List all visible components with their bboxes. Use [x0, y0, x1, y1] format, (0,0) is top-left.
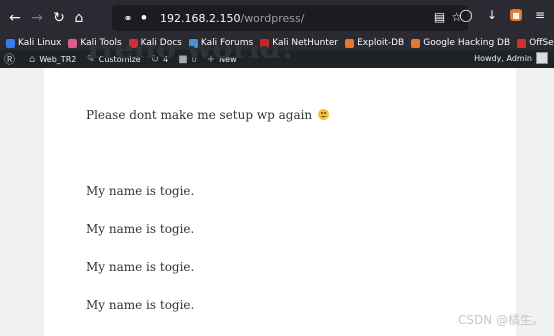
offsec-icon — [517, 38, 527, 48]
home-icon: ⌂ — [29, 53, 36, 65]
post-line: My name is togie. — [86, 184, 195, 198]
reader-view-icon[interactable]: ▤ — [434, 10, 445, 24]
post-intro: Please dont make me setup wp again — [86, 108, 329, 122]
wp-logo-menu[interactable]: Ⓡ — [4, 51, 19, 67]
reload-icon[interactable]: ↻ — [48, 7, 70, 29]
address-bar[interactable]: ⚭ ⚫ 192.168.2.150/wordpress/ ▤ ☆ — [112, 5, 468, 31]
kali-linux-icon — [6, 38, 15, 48]
extension-icon[interactable]: ■ — [510, 9, 522, 21]
bookmark-google-hacking-db[interactable]: Google Hacking DB — [411, 38, 510, 48]
downloads-icon[interactable]: ↓ — [484, 7, 500, 23]
my-account-menu[interactable]: Howdy, Admin — [474, 52, 548, 64]
kali-tools-icon — [68, 38, 78, 48]
url-text[interactable]: 192.168.2.150/wordpress/ — [160, 12, 304, 25]
post-line: My name is togie. — [86, 298, 195, 312]
frowning-face-icon — [318, 109, 329, 120]
post-line: My name is togie. — [86, 260, 195, 274]
wordpress-logo-icon: Ⓡ — [4, 53, 15, 66]
home-icon[interactable]: ⌂ — [68, 7, 90, 29]
forward-icon[interactable]: → — [26, 7, 48, 29]
exploit-db-icon — [345, 38, 355, 48]
post-title[interactable]: Hello world! — [86, 46, 294, 68]
back-icon[interactable]: ← — [4, 7, 26, 29]
avatar — [536, 52, 548, 64]
howdy-text: Howdy, Admin — [474, 53, 532, 63]
shield-icon[interactable]: ⚭ — [120, 10, 136, 26]
bookmark-kali-linux[interactable]: Kali Linux — [6, 38, 61, 48]
site-name-menu[interactable]: ⌂ Web_TR2 — [29, 54, 76, 65]
browser-toolbar: ← → ↻ ⌂ ⚭ ⚫ 192.168.2.150/wordpress/ ▤ ☆… — [0, 0, 554, 36]
insecure-lock-icon[interactable]: ⚫ — [136, 10, 152, 26]
menu-icon[interactable]: ≡ — [532, 7, 548, 23]
pocket-icon[interactable]: ◯ — [458, 7, 474, 23]
bookmark-offsec[interactable]: OffSec — [517, 38, 554, 48]
watermark: CSDN @橘生。 — [457, 313, 544, 327]
post-line: My name is togie. — [86, 222, 195, 236]
bookmark-exploit-db[interactable]: Exploit-DB — [345, 38, 404, 48]
google-hacking-db-icon — [411, 38, 421, 48]
